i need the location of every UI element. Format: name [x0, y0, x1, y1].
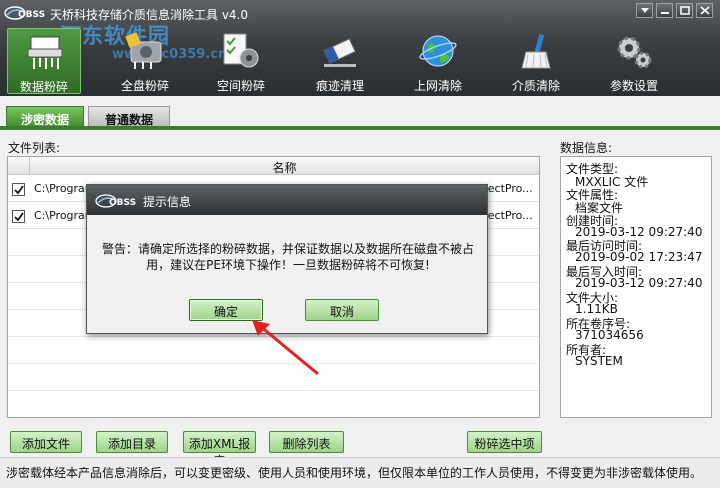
minimize-button[interactable]	[656, 3, 673, 18]
data-info-line: 371034656	[575, 327, 644, 342]
dialog-message: 警告：请确定所选择的粉碎数据，并保证数据以及数据所在磁盘不被占 用，建议在PE环…	[95, 241, 481, 273]
obss-logo-icon: OBSS	[95, 194, 136, 208]
data-info-line: 2019-03-12 09:27:40	[575, 276, 703, 291]
tool-internet-clean[interactable]: 上网清除	[401, 28, 475, 94]
close-icon	[700, 6, 710, 15]
tool-space-shred[interactable]: 空间粉碎	[204, 28, 278, 94]
data-info-line: 2019-03-12 09:27:40	[575, 224, 703, 239]
row-checkbox[interactable]	[12, 183, 25, 196]
dialog-title: 提示信息	[143, 195, 192, 209]
add-directory-button[interactable]: 添加目录	[96, 431, 168, 453]
tab-underline	[0, 126, 720, 130]
tab-normal-data[interactable]: 普通数据	[88, 106, 170, 128]
tool-media-clean[interactable]: 介质清除	[499, 28, 573, 94]
red-arrow-icon	[252, 320, 319, 376]
dialog-message-line: 用，建议在PE环境下操作！一旦数据粉碎将不可恢复!	[146, 258, 430, 272]
gear-icon	[617, 36, 652, 69]
shred-selected-button[interactable]: 粉碎选中项	[467, 431, 542, 453]
checklist-gear-icon	[223, 33, 259, 68]
maximize-button[interactable]	[676, 3, 693, 18]
dialog-message-line: 警告：请确定所选择的粉碎数据，并保证数据以及数据所在磁盘不被占	[101, 242, 474, 256]
svg-text:OBSS: OBSS	[109, 198, 136, 208]
dialog-title-bar[interactable]: OBSS 提示信息	[87, 185, 487, 215]
add-file-button[interactable]: 添加文件	[10, 431, 82, 453]
tool-label: 痕迹清理	[315, 79, 364, 93]
tool-data-shred[interactable]: 数据粉碎	[7, 28, 81, 94]
tool-settings[interactable]: 参数设置	[597, 28, 671, 94]
maximize-icon	[680, 6, 690, 15]
svg-text:OBSS: OBSS	[18, 10, 45, 20]
tab-classified-data[interactable]: 涉密数据	[6, 106, 84, 128]
tool-label: 数据粉碎	[19, 80, 68, 94]
shredder-icon	[27, 36, 63, 69]
prompt-dialog: OBSS 提示信息 警告：请确定所选择的粉碎数据，并保证数据以及数据所在磁盘不被…	[86, 184, 488, 334]
disk-shred-icon	[125, 32, 162, 69]
obss-logo-icon: OBSS	[4, 6, 45, 20]
app-header: OBSS 天桥科技存储介质信息消除工具 v4.0 河东软件园 www.pc035…	[0, 0, 720, 96]
row-checkbox[interactable]	[12, 210, 25, 223]
minimize-icon	[661, 12, 669, 14]
file-list-label: 文件列表:	[8, 141, 61, 155]
data-info-line: 2019-09-02 17:23:47	[575, 250, 703, 265]
add-xml-report-button[interactable]: 添加XML报表	[183, 431, 256, 468]
checkmark-icon	[14, 212, 24, 222]
tool-label: 空间粉碎	[216, 79, 265, 93]
name-column-header[interactable]: 名称	[30, 159, 539, 176]
checkbox-column-header[interactable]	[8, 157, 30, 175]
data-info-line: SYSTEM	[575, 353, 623, 368]
broom-icon	[521, 33, 551, 69]
tool-trace-clean[interactable]: 痕迹清理	[303, 28, 377, 94]
tool-label: 全盘粉碎	[120, 79, 169, 93]
tool-label: 上网清除	[413, 79, 462, 93]
table-header: 名称	[8, 157, 539, 175]
dropdown-icon	[641, 8, 649, 13]
close-button[interactable]	[696, 3, 713, 18]
globe-icon	[419, 35, 457, 67]
tool-label: 介质清除	[511, 79, 560, 93]
tool-full-disk-shred[interactable]: 全盘粉碎	[108, 28, 182, 94]
data-info-line: 1.11KB	[575, 301, 618, 316]
status-bar: 涉密载体经本产品信息消除后，可以变更密级、使用人员和使用环境，但仅限本单位的工作…	[0, 457, 720, 488]
checkmark-icon	[14, 185, 24, 195]
tool-label: 参数设置	[609, 79, 658, 93]
skin-button[interactable]	[636, 3, 653, 18]
status-text: 涉密载体经本产品信息消除后，可以变更密级、使用人员和使用环境，但仅限本单位的工作…	[6, 466, 703, 480]
delete-list-button[interactable]: 删除列表	[269, 431, 344, 453]
data-info-panel: 文件类型: MXXLIC 文件 文件属性: 档案文件 创建时间: 2019-03-12 0…	[560, 156, 712, 418]
eraser-icon	[323, 38, 356, 67]
data-info-label: 数据信息:	[560, 141, 613, 155]
